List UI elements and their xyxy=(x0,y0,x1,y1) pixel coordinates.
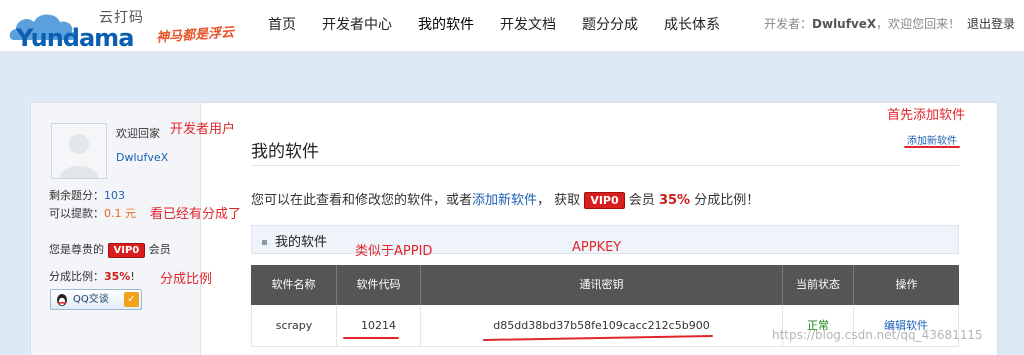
sidebar-username[interactable]: DwlufveX xyxy=(116,151,168,164)
col-header-action: 操作 xyxy=(895,278,918,291)
vip-badge: VIP0 xyxy=(107,242,146,258)
main-nav: 首页 开发者中心 我的软件 开发文档 题分分成 成长体系 xyxy=(255,0,733,52)
avatar-placeholder-icon xyxy=(52,124,106,178)
nav-dev-docs[interactable]: 开发文档 xyxy=(487,0,569,52)
user-sidebar: 欢迎回家 DwlufveX 剩余题分：103 可以提款：0.1 元 您是尊贵的 … xyxy=(31,103,201,355)
cell-software-name: scrapy xyxy=(251,305,337,347)
intro-part-2: ， 获取 xyxy=(537,193,581,208)
intro-add-software-link[interactable]: 添加新软件 xyxy=(472,193,537,208)
title-divider xyxy=(251,165,959,166)
col-header-status: 当前状态 xyxy=(783,265,854,305)
intro-vip-badge: VIP0 xyxy=(584,192,625,209)
annotation-share-ratio: 分成比例 xyxy=(160,272,213,287)
developer-greeting: 开发者：DwlufveX，欢迎您回来！ xyxy=(764,0,960,52)
welcome-text: 欢迎回家 xyxy=(116,127,160,140)
share-label: 分成比例： xyxy=(49,270,104,283)
vip-prefix: 您是尊贵的 xyxy=(49,243,104,256)
avatar[interactable] xyxy=(51,123,107,179)
share-ratio-row: 分成比例：35%! xyxy=(49,268,135,284)
vip-row: 您是尊贵的 VIP0 会员 xyxy=(49,241,171,258)
share-suffix: ! xyxy=(130,270,135,283)
main-card: 欢迎回家 DwlufveX 剩余题分：103 可以提款：0.1 元 您是尊贵的 … xyxy=(30,102,998,355)
intro-percent: 35% xyxy=(658,193,691,208)
vip-suffix: 会员 xyxy=(148,243,171,256)
col-header-code: 软件代码 xyxy=(337,265,421,305)
dev-prefix: 开发者： xyxy=(764,17,813,31)
watermark: https://blog.csdn.net/qq_43681115 xyxy=(772,328,983,342)
nav-score-share[interactable]: 题分分成 xyxy=(569,0,651,52)
nav-developer-center[interactable]: 开发者中心 xyxy=(309,0,405,52)
add-software-link[interactable]: 添加新软件 xyxy=(907,132,957,147)
nav-home[interactable]: 首页 xyxy=(255,0,309,52)
intro-part-4: 分成比例！ xyxy=(694,193,760,208)
top-header: 云打码 Yundama 神马都是浮云 首页 开发者中心 我的软件 开发文档 题分… xyxy=(0,0,1024,52)
intro-part-3: 会员 xyxy=(628,193,655,208)
qq-penguin-icon xyxy=(57,294,67,306)
logo[interactable]: 云打码 Yundama 神马都是浮云 xyxy=(6,2,246,52)
share-value: 35% xyxy=(104,270,131,283)
nav-growth-system[interactable]: 成长体系 xyxy=(651,0,733,52)
col-header-name: 软件名称 xyxy=(251,265,337,305)
intro-text: 您可以在此查看和修改您的软件，或者添加新软件， 获取 VIP0 会员 35% 分… xyxy=(251,189,759,209)
underline-code xyxy=(343,337,399,339)
nav-my-software[interactable]: 我的软件 xyxy=(405,0,487,52)
withdraw-label: 可以提款： xyxy=(49,207,104,220)
dev-name: DwlufveX xyxy=(812,17,877,31)
annotation-already-share: 看已经有分成了 xyxy=(150,207,242,222)
logo-slogan: 神马都是浮云 xyxy=(155,25,235,46)
table-header: 软件名称 软件代码 通讯密钥 当前状态 操作 xyxy=(251,265,959,305)
logo-en-text: Yundama xyxy=(16,24,134,52)
page-title: 我的软件 xyxy=(251,142,319,162)
annotation-dev-user: 开发者用户 xyxy=(170,122,236,137)
qq-label: QQ交谈 xyxy=(73,294,109,305)
remaining-label: 剩余题分： xyxy=(49,189,104,202)
logout-link[interactable]: 退出登录 xyxy=(967,0,1015,52)
intro-part-1: 您可以在此查看和修改您的软件，或者 xyxy=(251,193,473,208)
dev-suffix: ，欢迎您回来！ xyxy=(876,17,961,31)
remaining-value: 103 xyxy=(104,189,125,202)
cell-software-code: 10214 xyxy=(337,305,421,347)
section-title: 我的软件 xyxy=(262,231,327,250)
withdraw-row: 可以提款：0.1 元 xyxy=(49,205,136,221)
qq-chat-button[interactable]: QQ交谈 ✓ xyxy=(50,289,142,310)
annotation-add-first: 首先添加软件 xyxy=(887,108,966,123)
cell-software-key: d85dd38bd37b58fe109cacc212c5b900 xyxy=(421,305,783,347)
annotation-appkey: APPKEY xyxy=(572,240,622,255)
annotation-appid: 类似于APPID xyxy=(355,244,433,259)
underline-add-link xyxy=(904,146,960,148)
remaining-score-row: 剩余题分：103 xyxy=(49,187,125,203)
col-header-key: 通讯密钥 xyxy=(421,265,783,305)
withdraw-value: 0.1 元 xyxy=(104,207,136,220)
check-icon: ✓ xyxy=(124,292,139,307)
